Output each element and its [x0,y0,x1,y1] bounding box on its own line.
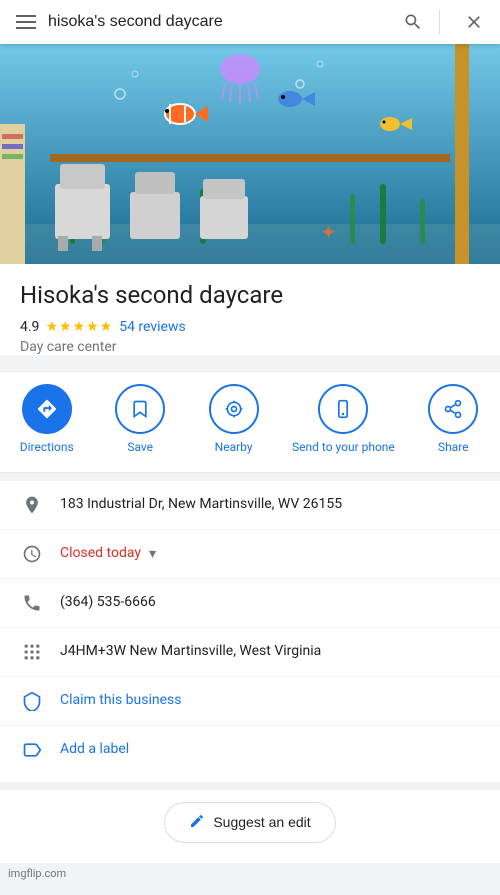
suggest-edit-label: Suggest an edit [213,814,310,830]
business-category: Day care center [20,339,480,355]
directions-icon-circle [22,384,72,434]
shield-icon [20,691,44,711]
business-photo: ✦ [0,44,500,264]
business-card: Hisoka's second daycare 4.9 ★★★★★ 54 rev… [0,264,500,355]
hours-status-row[interactable]: Closed today ▾ [60,544,156,564]
phone-icon [20,593,44,613]
nearby-button[interactable]: Nearby [199,384,269,456]
suggest-edit-button[interactable]: Suggest an edit [164,802,335,843]
save-label: Save [127,440,153,456]
suggest-edit-section: Suggest an edit [0,790,500,863]
share-button[interactable]: Share [418,384,488,456]
business-name: Hisoka's second daycare [20,280,480,311]
actions-row: Directions Save Nearby [0,371,500,473]
menu-icon[interactable] [16,15,36,29]
phone-row[interactable]: (364) 535-6666 [0,579,500,628]
address-text: 183 Industrial Dr, New Martinsville, WV … [60,495,480,515]
svg-text:✦: ✦ [320,220,337,244]
add-label-text[interactable]: Add a label [60,740,480,760]
label-icon [20,740,44,760]
add-label-row[interactable]: Add a label [0,726,500,774]
review-count[interactable]: 54 reviews [119,319,186,335]
plus-code-text: J4HM+3W New Martinsville, West Virginia [60,642,480,662]
claim-business-row[interactable]: Claim this business [0,677,500,726]
share-label: Share [438,440,469,456]
clock-icon [20,544,44,564]
directions-label: Directions [20,440,74,456]
plus-code-icon [20,642,44,662]
hours-status: Closed today [60,544,141,564]
hours-expand-icon[interactable]: ▾ [149,546,156,562]
send-to-phone-button[interactable]: Send to your phone [292,384,395,456]
nearby-icon-circle [209,384,259,434]
rating-number: 4.9 [20,319,39,335]
pencil-icon [189,813,205,832]
star-rating: ★★★★★ [45,319,113,335]
phone-text: (364) 535-6666 [60,593,480,613]
share-icon-circle [428,384,478,434]
watermark: imgflip.com [0,863,500,884]
search-icon[interactable] [403,12,423,32]
search-input[interactable] [48,13,391,31]
plus-code-row: J4HM+3W New Martinsville, West Virginia [0,628,500,677]
claim-text[interactable]: Claim this business [60,691,480,711]
location-icon [20,495,44,515]
address-row: 183 Industrial Dr, New Martinsville, WV … [0,481,500,530]
directions-button[interactable]: Directions [12,384,82,456]
hours-row[interactable]: Closed today ▾ [0,530,500,579]
send-to-phone-label: Send to your phone [292,440,395,456]
nearby-label: Nearby [215,440,253,456]
send-to-phone-icon-circle [318,384,368,434]
save-icon-circle [115,384,165,434]
info-section: 183 Industrial Dr, New Martinsville, WV … [0,481,500,782]
save-button[interactable]: Save [105,384,175,456]
close-icon[interactable] [464,12,484,32]
search-bar [0,0,500,44]
rating-row: 4.9 ★★★★★ 54 reviews [20,319,480,335]
